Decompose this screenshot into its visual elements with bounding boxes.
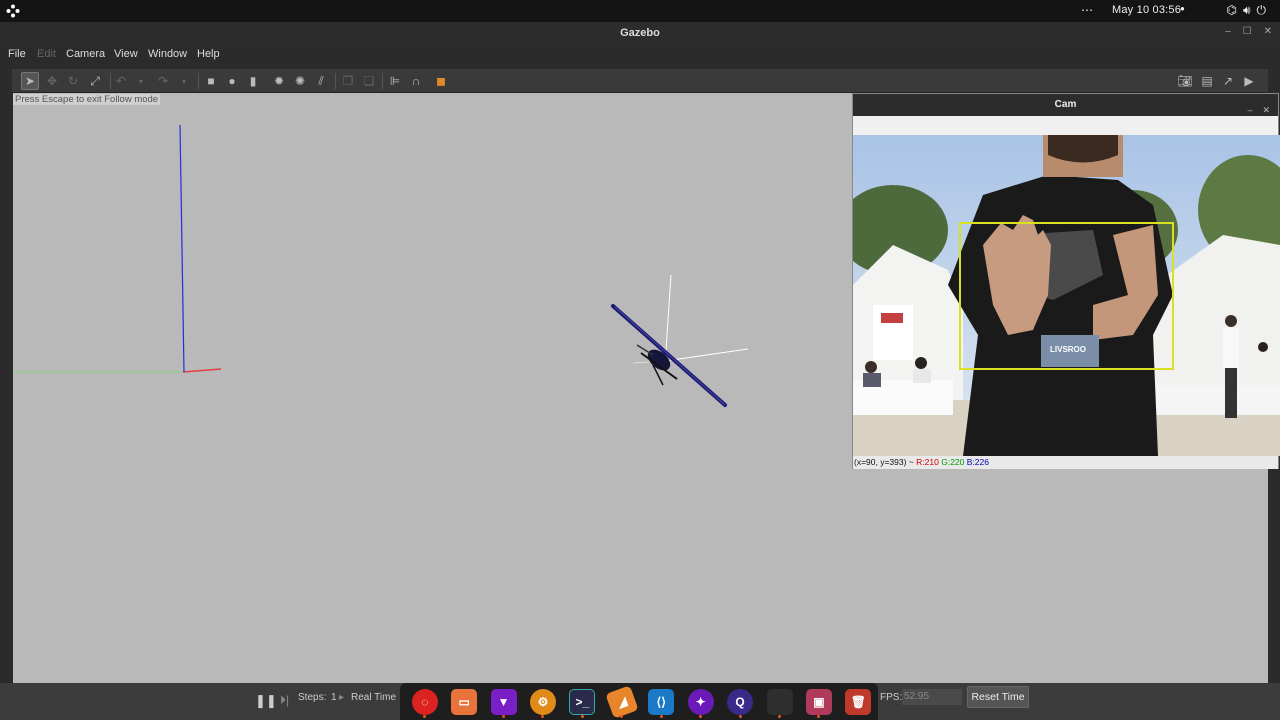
spot-light-icon[interactable]: ✺ <box>291 72 309 90</box>
menu-window[interactable]: Window <box>148 48 187 60</box>
qgc-icon: Q <box>727 688 754 715</box>
aircraft-model <box>611 304 727 407</box>
plot-icon[interactable]: ↗ <box>1219 72 1237 90</box>
menu-file[interactable]: File <box>8 48 26 60</box>
cam-status-bar: (x=90, y=393) ~ R:210 G:220 B:226 <box>853 456 1278 469</box>
cam-status-g: G:220 <box>941 457 965 467</box>
x-axis-line <box>182 368 222 373</box>
paste-icon[interactable]: ❏ <box>360 72 378 90</box>
cam-minimize-icon[interactable]: – <box>1247 99 1252 121</box>
align-icon[interactable]: ⊫ <box>386 72 404 90</box>
dock-screen-recorder[interactable]: ▣ <box>799 685 838 719</box>
dock-trash[interactable]: 🗑︎ <box>839 685 878 719</box>
dock-blank[interactable] <box>760 685 799 719</box>
steps-value[interactable]: 1 <box>331 692 337 703</box>
dock-terminal[interactable]: >_ <box>563 685 602 719</box>
window-titlebar[interactable]: Gazebo – ☐ ✕ <box>0 22 1280 44</box>
dock-vscode[interactable]: ⟨⟩ <box>642 685 681 719</box>
dock-files[interactable]: ▭ <box>444 685 483 719</box>
dock-app-purple[interactable]: ✦ <box>681 685 720 719</box>
box-shape-icon[interactable]: ■ <box>202 72 220 90</box>
dock-brave[interactable]: ▼ <box>484 685 523 719</box>
terminal-icon: >_ <box>569 688 596 715</box>
fps-value: 52.95 <box>902 689 962 705</box>
snap-icon[interactable]: ∩ <box>407 72 425 90</box>
recorder-icon: ▣ <box>805 688 832 715</box>
network-icon[interactable]: ⌬ <box>1226 3 1236 18</box>
log-icon[interactable]: ▤ <box>1198 72 1216 90</box>
redo-icon[interactable]: ↷ <box>154 72 172 90</box>
purple-app-icon: ✦ <box>687 688 714 715</box>
fps-label: FPS: <box>880 692 903 703</box>
point-light-icon[interactable]: ✹ <box>270 72 288 90</box>
menu-bar: File Edit Camera View Window Help <box>0 44 1280 64</box>
cam-status-b: B:226 <box>966 457 989 467</box>
power-icon[interactable]: ⏻ <box>1257 3 1267 18</box>
app-dock: ◌ ▭ ▼ ⚙ >_ ◢ ⟨⟩ ✦ Q ▣ 🗑︎ <box>400 683 878 720</box>
trash-icon: 🗑︎ <box>845 688 872 715</box>
reset-time-button[interactable]: Reset Time <box>967 686 1029 708</box>
activities-icon[interactable] <box>6 4 20 18</box>
dock-ubuntu-installer[interactable]: ◌ <box>405 685 444 719</box>
dock-qgroundcontrol[interactable]: Q <box>720 685 759 719</box>
dock-blender[interactable]: ◢ <box>602 684 641 719</box>
undo-dropdown-icon[interactable]: ▾ <box>132 72 150 90</box>
translate-mode-icon[interactable]: ✥ <box>43 72 61 90</box>
cam-status-r: R:210 <box>916 457 939 467</box>
vscode-icon: ⟨⟩ <box>648 688 675 715</box>
menu-edit[interactable]: Edit <box>37 48 56 60</box>
volume-icon[interactable]: 🔊︎ <box>1243 3 1251 18</box>
cylinder-shape-icon[interactable]: ▮ <box>244 72 262 90</box>
folder-icon: ▭ <box>451 688 478 715</box>
z-axis-line <box>179 124 185 373</box>
menu-camera[interactable]: Camera <box>66 48 105 60</box>
copy-icon[interactable]: ❐ <box>339 72 357 90</box>
sphere-shape-icon[interactable]: ● <box>223 72 241 90</box>
clock[interactable]: May 10 03:56 <box>1112 4 1181 16</box>
blank-app-icon <box>766 688 793 715</box>
scale-mode-icon[interactable]: ⤢ <box>86 72 104 90</box>
toolbar: ➤ ✥ ↻ ⤢ ↶ ▾ ↷ ▾ ■ ● ▮ ✹ ✺ ⫽ ❐ ❏ ⊫ ∩ ◼ 📷︎… <box>12 69 1268 93</box>
gear-icon: ⚙ <box>529 688 556 715</box>
left-panel-handle[interactable] <box>0 93 13 683</box>
rotate-mode-icon[interactable]: ↻ <box>64 72 82 90</box>
real-time-label: Real Time <box>351 692 397 703</box>
steps-spinner-icon[interactable]: ▸ <box>339 692 344 703</box>
brave-icon: ▼ <box>490 688 517 715</box>
system-top-bar: ⋯ May 10 03:56 ● ⌬ 🔊︎ ⏻ <box>0 0 1280 22</box>
recording-dot-icon: ● <box>1180 4 1185 13</box>
steps-label: Steps: <box>298 692 327 703</box>
installer-icon: ◌ <box>411 688 438 715</box>
dock-settings[interactable]: ⚙ <box>523 685 562 719</box>
select-mode-icon[interactable]: ➤ <box>21 72 39 90</box>
blender-icon: ◢ <box>605 684 639 719</box>
maximize-icon[interactable]: ☐ <box>1243 26 1252 37</box>
camera-feed-image: LIVSROO <box>853 135 1280 456</box>
window-title: Gazebo <box>620 27 660 39</box>
change-view-icon[interactable]: ◼ <box>432 72 450 90</box>
step-icon[interactable]: ⏵| <box>280 693 289 708</box>
directional-light-icon[interactable]: ⫽ <box>312 72 330 90</box>
overflow-dots-icon[interactable]: ⋯ <box>1081 3 1093 17</box>
cam-window-title: Cam <box>1054 99 1077 110</box>
pause-icon[interactable]: ❚❚ <box>255 693 277 709</box>
screenshot-icon[interactable]: 📷︎ <box>1176 72 1194 90</box>
menu-view[interactable]: View <box>114 48 138 60</box>
redo-dropdown-icon[interactable]: ▾ <box>175 72 193 90</box>
cam-status-coords: (x=90, y=393) ~ <box>854 457 914 467</box>
model-x-axis <box>664 348 749 362</box>
cam-close-icon[interactable]: ✕ <box>1262 99 1270 121</box>
cam-window[interactable]: Cam – ✕ LIVSROO (x=90, y=393) ~ R:210 G:… <box>852 93 1280 469</box>
undo-icon[interactable]: ↶ <box>112 72 130 90</box>
system-tray[interactable]: ⌬ 🔊︎ ⏻ <box>1226 3 1266 18</box>
cam-window-titlebar[interactable]: Cam – ✕ <box>853 94 1278 116</box>
badge-text: LIVSROO <box>1050 345 1086 354</box>
menu-help[interactable]: Help <box>197 48 220 60</box>
minimize-icon[interactable]: – <box>1225 26 1231 37</box>
video-record-icon[interactable]: ▶ <box>1240 72 1258 90</box>
close-icon[interactable]: ✕ <box>1264 26 1272 37</box>
